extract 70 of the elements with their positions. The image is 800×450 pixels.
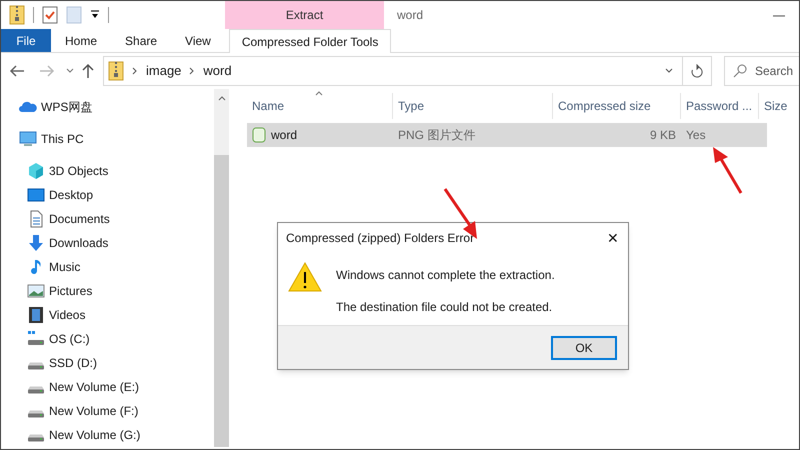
sidebar-item[interactable]: This PC xyxy=(19,127,214,151)
chevron-right-icon xyxy=(189,67,196,75)
sidebar-item[interactable]: New Volume (G:) xyxy=(19,423,214,447)
drive-icon xyxy=(27,410,45,418)
column-header[interactable]: Compressed size xyxy=(553,93,681,119)
chevron-down-icon[interactable] xyxy=(65,67,75,75)
column-header[interactable]: Password ... xyxy=(681,93,759,119)
sidebar-item[interactable]: 3D Objects xyxy=(19,159,214,183)
zip-folder-icon xyxy=(108,61,124,81)
search-field[interactable]: Search xyxy=(724,56,799,86)
computer-icon xyxy=(19,130,37,148)
dialog-title: Compressed (zipped) Folders Error xyxy=(286,230,476,247)
table-cell-text: 9 KB xyxy=(648,127,677,144)
column-header[interactable]: Size xyxy=(759,93,799,119)
chevron-down-icon[interactable] xyxy=(664,67,674,75)
sidebar-item[interactable]: Pictures xyxy=(19,279,214,303)
sidebar-item[interactable]: Downloads xyxy=(19,231,214,255)
column-header[interactable]: Type xyxy=(393,93,553,119)
zip-folder-icon xyxy=(9,5,25,25)
ribbon-tab[interactable]: View xyxy=(171,29,225,52)
scrollbar[interactable] xyxy=(214,89,229,447)
chevron-up-icon[interactable] xyxy=(218,95,226,101)
context-tab-header: Extract xyxy=(225,1,384,29)
search-icon xyxy=(733,64,747,78)
sort-caret-icon xyxy=(315,91,323,96)
picture-icon xyxy=(27,282,45,300)
sidebar-item[interactable]: OS (C:) xyxy=(19,327,214,351)
sidebar-item[interactable]: New Volume (E:) xyxy=(19,375,214,399)
breadcrumb[interactable]: word xyxy=(203,61,232,81)
sidebar-item[interactable]: Music xyxy=(19,255,214,279)
warning-icon xyxy=(288,261,322,293)
chevron-right-icon xyxy=(132,67,138,75)
ribbon-tab[interactable]: File xyxy=(1,29,51,52)
sidebar-item[interactable]: Desktop xyxy=(19,183,214,207)
dialog-message: The destination file could not be created. xyxy=(336,299,554,316)
sidebar-item[interactable]: Videos xyxy=(19,303,214,327)
address-bar[interactable]: image word xyxy=(103,56,683,86)
dialog-message: Windows cannot complete the extraction. xyxy=(336,267,555,284)
ribbon-tab[interactable]: Share xyxy=(111,29,172,52)
table-cell-text: PNG 图片文件 xyxy=(397,127,476,144)
cube-icon xyxy=(27,162,45,180)
desktop-icon xyxy=(27,186,45,204)
sidebar-item[interactable]: WPS网盘 xyxy=(19,95,214,119)
sidebar-item[interactable]: Documents xyxy=(19,207,214,231)
download-arrow-icon xyxy=(27,234,45,252)
system-drive-icon xyxy=(27,330,45,348)
ribbon-tab[interactable]: Home xyxy=(51,29,112,52)
properties-check-icon[interactable] xyxy=(42,6,58,24)
file-name: word xyxy=(271,127,298,144)
file-row[interactable]: word PNG 图片文件 9 KB Yes xyxy=(247,123,767,147)
drive-icon xyxy=(27,434,45,442)
table-cell-text: Yes xyxy=(685,127,707,144)
refresh-icon xyxy=(691,64,703,78)
window-title: word xyxy=(396,7,424,24)
minimize-button[interactable]: — xyxy=(759,1,799,29)
ok-button[interactable]: OK xyxy=(551,336,617,360)
drive-icon xyxy=(27,386,45,394)
sidebar-item[interactable]: New Volume (F:) xyxy=(19,399,214,423)
sidebar-item[interactable]: SSD (D:) xyxy=(19,351,214,375)
breadcrumb[interactable]: image xyxy=(146,61,182,81)
up-arrow-icon[interactable] xyxy=(81,63,95,79)
film-icon xyxy=(27,306,45,324)
ribbon-tab[interactable]: Compressed Folder Tools xyxy=(228,29,392,53)
close-button[interactable]: ✕ xyxy=(598,223,628,253)
png-file-icon xyxy=(252,127,266,143)
back-arrow-icon[interactable] xyxy=(9,64,25,78)
drive-icon xyxy=(27,362,45,370)
dropdown-icon[interactable] xyxy=(90,10,100,20)
column-header[interactable]: Name xyxy=(247,93,393,119)
refresh-button[interactable] xyxy=(682,56,712,86)
